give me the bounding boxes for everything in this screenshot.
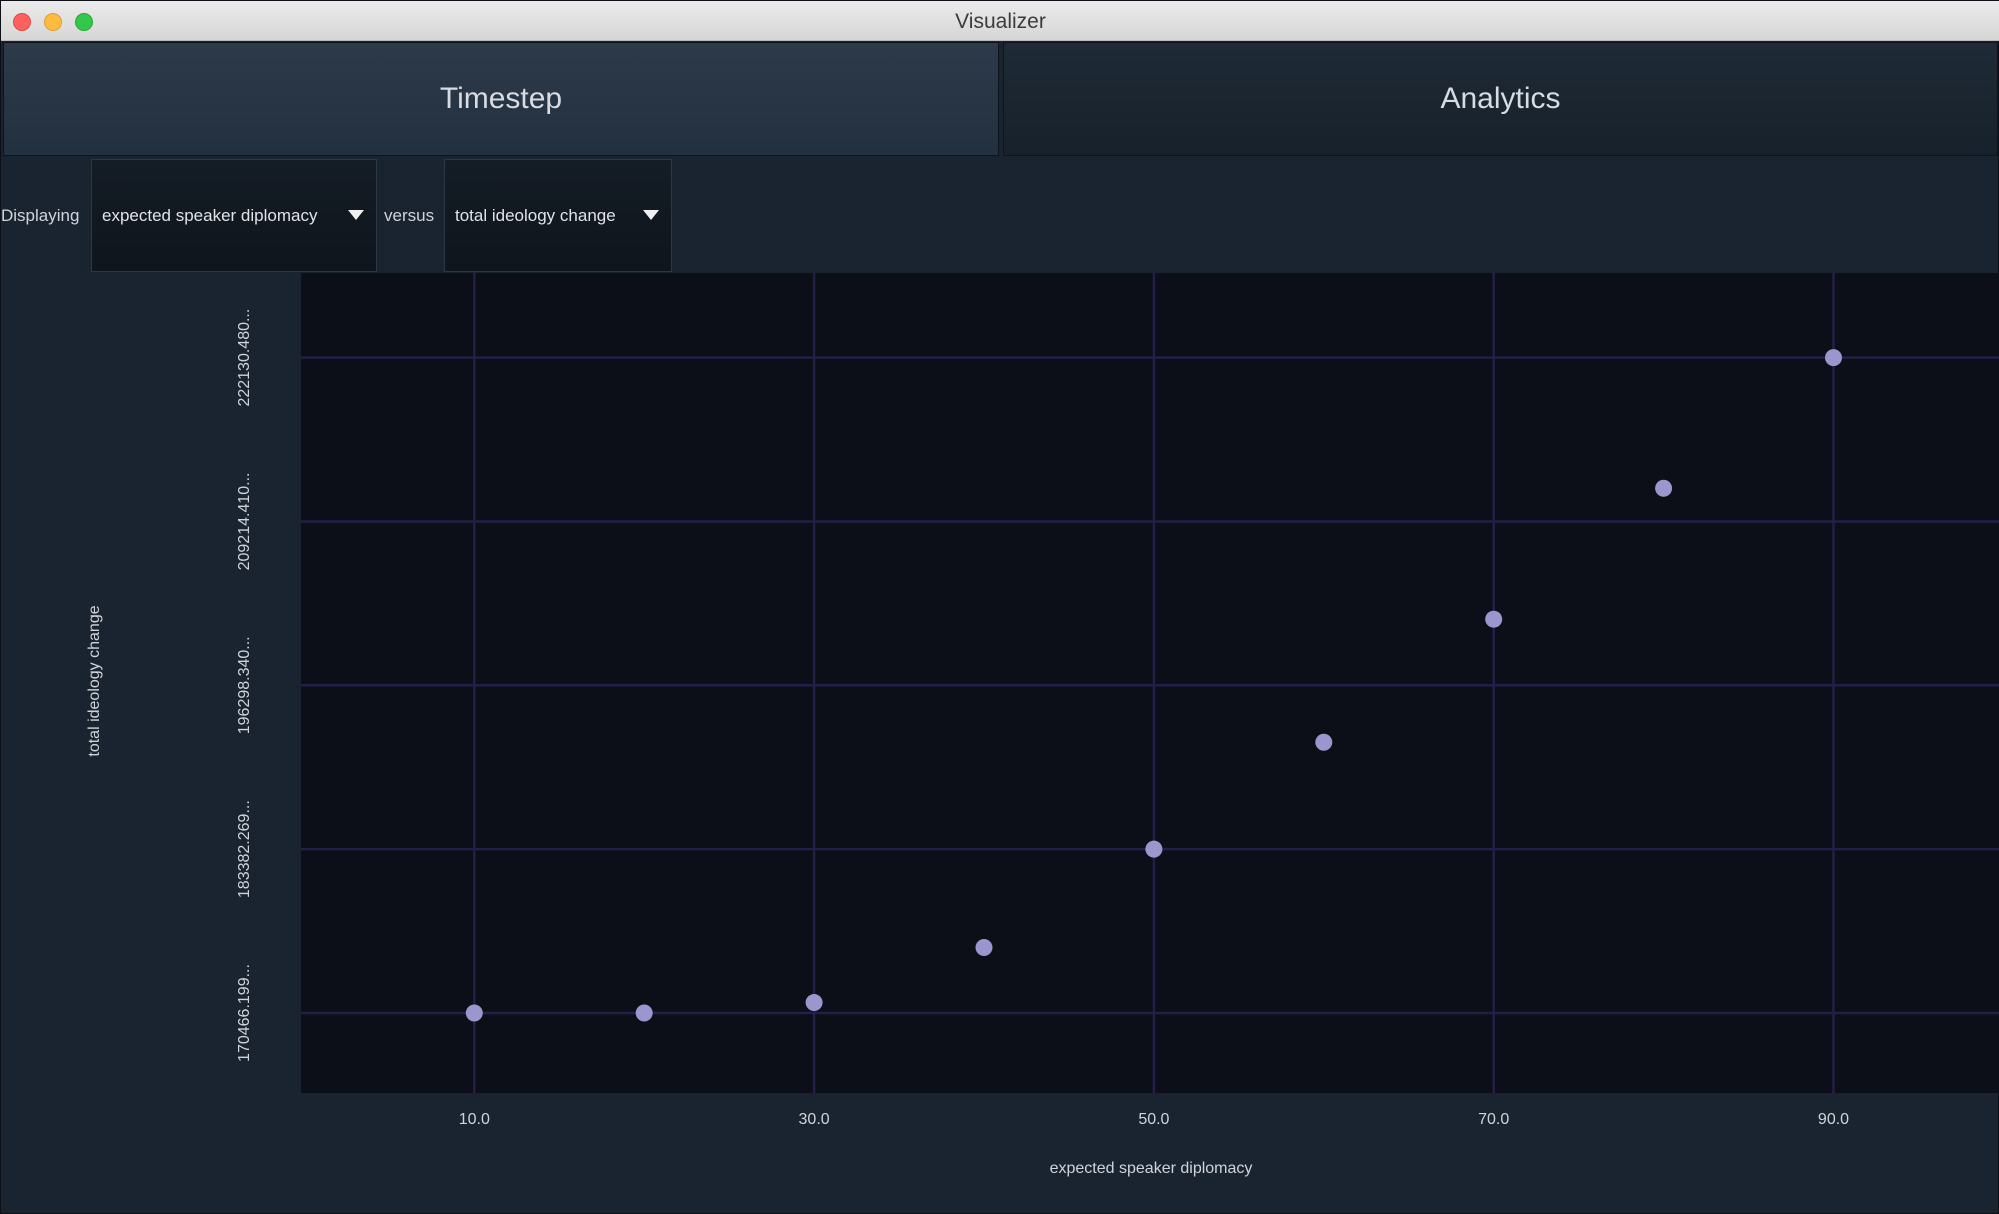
- versus-label: versus: [384, 206, 435, 225]
- x-tick-label: 30.0: [799, 1111, 830, 1128]
- title-bar: Visualizer: [1, 1, 1999, 41]
- data-point[interactable]: [465, 1004, 483, 1022]
- chevron-down-icon: [348, 209, 364, 220]
- data-point[interactable]: [1824, 349, 1842, 367]
- x-tick-label: 90.0: [1818, 1111, 1849, 1128]
- data-point[interactable]: [805, 994, 823, 1012]
- data-point[interactable]: [975, 938, 993, 956]
- window-title: Visualizer: [955, 10, 1046, 33]
- x-variable-select[interactable]: expected speaker diplomacy: [91, 159, 377, 272]
- x-tick-label: 70.0: [1478, 1111, 1509, 1128]
- y-variable-select[interactable]: total ideology change: [444, 159, 672, 272]
- y-tick-label: 196298.340...: [236, 636, 253, 734]
- scatter-chart: 10.0 30.0 50.0 70.0 90.0 170466.199... 183382…: [86, 273, 1999, 1177]
- chevron-down-icon: [643, 209, 659, 220]
- y-axis-label: total ideology change: [86, 605, 103, 756]
- displaying-label: Displaying: [1, 206, 80, 225]
- data-point[interactable]: [1315, 733, 1333, 751]
- tab-timestep[interactable]: Timestep: [3, 42, 999, 156]
- data-point[interactable]: [1655, 479, 1673, 497]
- app-window: Visualizer Timestep Analytics Displaying…: [0, 0, 1999, 1214]
- data-point[interactable]: [635, 1004, 653, 1022]
- x-tick-label: 50.0: [1138, 1111, 1169, 1128]
- y-tick-label: 183382.269...: [236, 800, 253, 898]
- y-tick-label: 209214.410...: [236, 473, 253, 571]
- y-variable-value: total ideology change: [455, 205, 616, 225]
- plot-area: [301, 273, 1999, 1093]
- x-axis-label: expected speaker diplomacy: [1050, 1160, 1253, 1177]
- data-point[interactable]: [1485, 610, 1503, 628]
- y-tick-label: 170466.199...: [236, 964, 253, 1062]
- x-tick-label: 10.0: [459, 1111, 490, 1128]
- x-variable-value: expected speaker diplomacy: [102, 205, 318, 225]
- y-tick-label: 222130.480...: [236, 309, 253, 407]
- tab-analytics[interactable]: Analytics: [1003, 42, 1998, 156]
- data-point[interactable]: [1145, 840, 1163, 858]
